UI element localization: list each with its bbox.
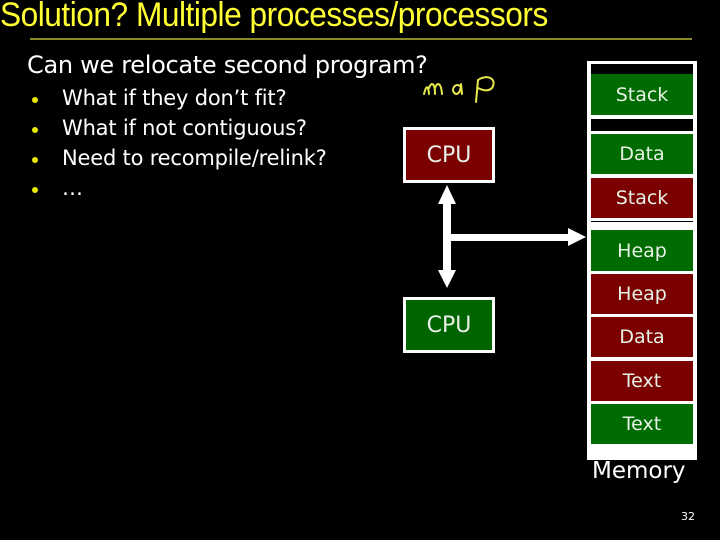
memory-segment-free — [591, 64, 693, 74]
segment-label: Heap — [617, 283, 667, 305]
memory-segment-free — [591, 119, 693, 131]
segment-label: Data — [619, 326, 665, 348]
memory-segment-heap-red: Heap — [591, 274, 693, 314]
memory-segment-heap-green: Heap — [591, 230, 693, 271]
segment-label: Text — [622, 413, 662, 435]
arrow-up-icon — [438, 185, 456, 204]
memory-segment-text-red: Text — [591, 361, 693, 401]
segment-label: Data — [619, 143, 665, 165]
segment-label: Stack — [615, 187, 669, 209]
memory-segment-stack-green: Stack — [591, 74, 693, 115]
horizontal-bus-line — [447, 234, 572, 241]
memory-segment-stack-red: Stack — [591, 178, 693, 218]
segment-label: Stack — [615, 83, 669, 106]
memory-segment-data-green: Data — [591, 134, 693, 174]
memory-divider — [591, 221, 693, 222]
memory-segment-text-green: Text — [591, 404, 693, 444]
arrow-down-icon — [438, 270, 456, 288]
segment-label: Text — [622, 370, 662, 392]
memory-segment-data-red: Data — [591, 317, 693, 357]
memory-column: Stack Data Stack Heap Heap Data Text Tex… — [587, 61, 697, 460]
segment-label: Heap — [617, 239, 667, 262]
arrow-right-icon — [568, 228, 586, 246]
memory-label: Memory — [592, 458, 686, 484]
page-number: 32 — [681, 510, 695, 523]
